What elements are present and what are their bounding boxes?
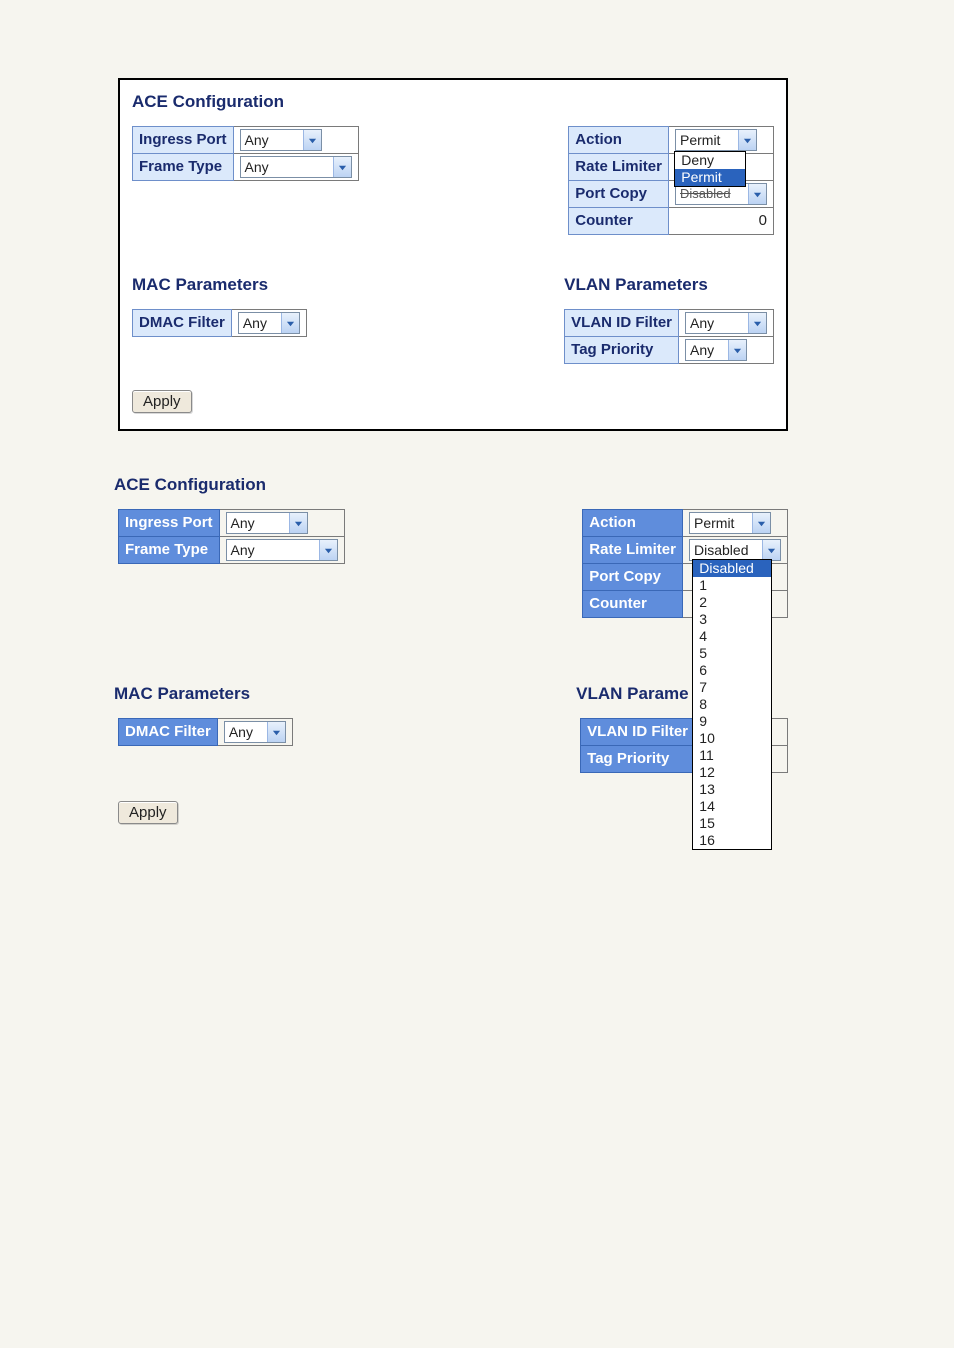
rate-limiter-option[interactable]: 13 — [693, 781, 771, 798]
ace-config-panel-2: ACE Configuration Ingress Port Any — [118, 475, 788, 824]
rate-limiter-option[interactable]: 8 — [693, 696, 771, 713]
tag-priority-label: Tag Priority — [565, 337, 679, 364]
counter-value: 0 — [669, 208, 774, 235]
ace-config-panel-1: ACE Configuration Ingress Port Any — [118, 78, 788, 431]
action-select[interactable]: Permit — [689, 512, 771, 534]
port-copy-label: Port Copy — [569, 181, 669, 208]
mac-parameters-block: MAC Parameters DMAC Filter Any — [132, 271, 307, 364]
rate-limiter-option[interactable]: 5 — [693, 645, 771, 662]
frame-type-label: Frame Type — [133, 154, 234, 181]
vlan-parameters-title: VLAN Parameters — [564, 275, 774, 295]
chevron-down-icon — [728, 340, 746, 360]
chevron-down-icon — [748, 184, 766, 204]
chevron-down-icon — [319, 540, 337, 560]
counter-label: Counter — [569, 208, 669, 235]
dmac-filter-select[interactable]: Any — [238, 312, 300, 334]
ingress-frame-table: Ingress Port Any Frame Type Any — [132, 126, 359, 235]
dmac-filter-label: DMAC Filter — [119, 719, 218, 746]
dmac-filter-select[interactable]: Any — [224, 721, 286, 743]
tag-priority-select[interactable]: Any — [685, 339, 747, 361]
rate-limiter-option[interactable]: 3 — [693, 611, 771, 628]
action-select[interactable]: Permit — [675, 129, 757, 151]
rate-limiter-option[interactable]: 7 — [693, 679, 771, 696]
panel-title: ACE Configuration — [114, 475, 788, 495]
vlan-id-filter-select[interactable]: Any — [685, 312, 767, 334]
port-copy-label: Port Copy — [583, 564, 683, 591]
chevron-down-icon — [303, 130, 321, 150]
rate-limiter-option[interactable]: 11 — [693, 747, 771, 764]
frame-type-select[interactable]: Any — [240, 156, 352, 178]
chevron-down-icon — [738, 130, 756, 150]
rate-limiter-select-listbox[interactable]: Disabled12345678910111213141516 — [692, 559, 772, 850]
ingress-port-select[interactable]: Any — [240, 129, 322, 151]
counter-label: Counter — [583, 591, 683, 618]
chevron-down-icon — [762, 540, 780, 560]
action-table: Action Permit Rate Limiter Disabl — [582, 509, 788, 618]
chevron-down-icon — [267, 722, 285, 742]
action-option-deny[interactable]: Deny — [675, 152, 745, 169]
rate-limiter-option[interactable]: 9 — [693, 713, 771, 730]
mac-parameters-title: MAC Parameters — [114, 684, 293, 704]
rate-limiter-label: Rate Limiter — [569, 154, 669, 181]
action-option-permit[interactable]: Permit — [675, 169, 745, 186]
chevron-down-icon — [748, 313, 766, 333]
mac-parameters-title: MAC Parameters — [132, 275, 307, 295]
rate-limiter-select[interactable]: Disabled — [689, 539, 781, 561]
chevron-down-icon — [289, 513, 307, 533]
rate-limiter-option[interactable]: 6 — [693, 662, 771, 679]
rate-limiter-option[interactable]: 16 — [693, 832, 771, 849]
panel-title: ACE Configuration — [132, 92, 774, 112]
rate-limiter-option[interactable]: 4 — [693, 628, 771, 645]
ingress-port-label: Ingress Port — [119, 510, 220, 537]
vlan-id-filter-label: VLAN ID Filter — [565, 310, 679, 337]
rate-limiter-option[interactable]: 10 — [693, 730, 771, 747]
apply-button[interactable]: Apply — [118, 801, 178, 824]
action-label: Action — [569, 127, 669, 154]
rate-limiter-option[interactable]: 15 — [693, 815, 771, 832]
action-table: Action Permit Rate Limiter X — [568, 126, 774, 235]
frame-type-select[interactable]: Any — [226, 539, 338, 561]
action-label: Action — [583, 510, 683, 537]
rate-limiter-option[interactable]: 1 — [693, 577, 771, 594]
ingress-port-label: Ingress Port — [133, 127, 234, 154]
vlan-id-filter-label: VLAN ID Filter — [581, 719, 695, 746]
rate-limiter-option[interactable]: 14 — [693, 798, 771, 815]
rate-limiter-option[interactable]: 2 — [693, 594, 771, 611]
action-select-listbox[interactable]: Deny Permit — [674, 151, 746, 187]
frame-type-label: Frame Type — [119, 537, 220, 564]
vlan-parameters-block: VLAN Parameters VLAN ID Filter Any Tag P… — [564, 271, 774, 364]
dmac-filter-label: DMAC Filter — [133, 310, 232, 337]
mac-parameters-block: MAC Parameters DMAC Filter Any — [118, 680, 293, 773]
ingress-port-select[interactable]: Any — [226, 512, 308, 534]
apply-button[interactable]: Apply — [132, 390, 192, 413]
rate-limiter-option[interactable]: Disabled — [693, 560, 771, 577]
chevron-down-icon — [281, 313, 299, 333]
rate-limiter-label: Rate Limiter — [583, 537, 683, 564]
ingress-frame-table: Ingress Port Any Frame Type Any — [118, 509, 345, 618]
chevron-down-icon — [752, 513, 770, 533]
rate-limiter-option[interactable]: 12 — [693, 764, 771, 781]
tag-priority-label: Tag Priority — [581, 746, 695, 773]
chevron-down-icon — [333, 157, 351, 177]
